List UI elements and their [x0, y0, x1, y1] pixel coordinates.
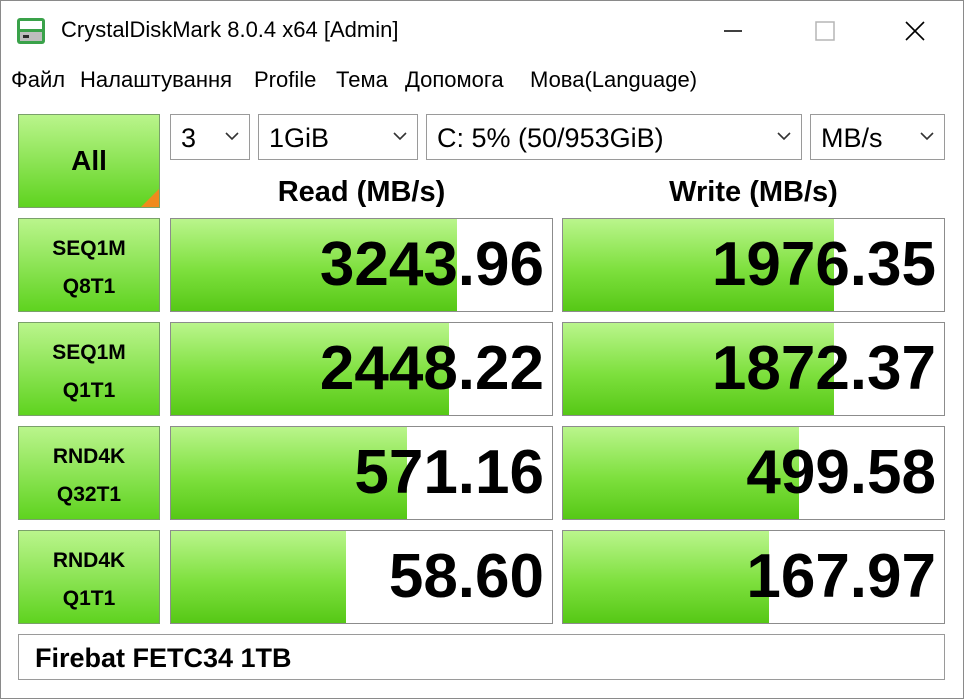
menu-settings[interactable]: Налаштування	[80, 67, 232, 93]
write-result-cell: 1872.37	[562, 322, 945, 416]
corner-marker	[141, 189, 159, 207]
read-result-value: 2448.22	[319, 334, 544, 403]
menu-bar: Файл Налаштування Profile Тема Допомога …	[1, 63, 963, 97]
read-result-value: 58.60	[388, 542, 544, 611]
test-button-rnd4k-q32t1[interactable]: RND4K Q32T1	[18, 426, 160, 520]
test-button-seq1m-q1t1[interactable]: SEQ1M Q1T1	[18, 322, 160, 416]
test-name: RND4K	[52, 549, 126, 572]
drive-select[interactable]: C: 5% (50/953GiB)	[426, 114, 802, 160]
write-result-cell: 167.97	[562, 530, 945, 624]
read-result-cell: 3243.96	[170, 218, 553, 312]
read-result-cell: 571.16	[170, 426, 553, 520]
all-button[interactable]: All	[18, 114, 160, 208]
write-result-value: 499.58	[746, 438, 936, 507]
size-select-value: 1GiB	[269, 123, 330, 153]
chevron-down-icon	[393, 132, 407, 141]
drive-name-field[interactable]: Firebat FETC34 1TB	[18, 634, 945, 680]
test-name: SEQ1M	[52, 237, 126, 260]
write-result-value: 1872.37	[711, 334, 936, 403]
write-result-value: 167.97	[746, 542, 936, 611]
unit-select-value: MB/s	[821, 123, 883, 153]
menu-help[interactable]: Допомога	[405, 67, 504, 93]
write-column-header: Write (MB/s)	[669, 176, 838, 208]
test-params: Q1T1	[62, 587, 116, 610]
write-result-value: 1976.35	[711, 230, 936, 299]
count-select-value: 3	[181, 123, 197, 153]
write-result-cell: 1976.35	[562, 218, 945, 312]
read-column-header: Read (MB/s)	[277, 176, 446, 208]
maximize-button[interactable]	[779, 1, 871, 61]
menu-file[interactable]: Файл	[11, 67, 65, 93]
maximize-icon	[815, 21, 835, 41]
drive-name-text: Firebat FETC34 1TB	[35, 643, 292, 673]
app-icon	[17, 18, 45, 44]
menu-profile[interactable]: Profile	[254, 67, 316, 93]
test-name: SEQ1M	[52, 341, 126, 364]
minimize-button[interactable]	[687, 1, 779, 61]
minimize-icon	[724, 30, 742, 32]
test-button-seq1m-q8t1[interactable]: SEQ1M Q8T1	[18, 218, 160, 312]
write-result-cell: 499.58	[562, 426, 945, 520]
window-title: CrystalDiskMark 8.0.4 x64 [Admin]	[61, 17, 399, 42]
test-button-rnd4k-q1t1[interactable]: RND4K Q1T1	[18, 530, 160, 624]
unit-select[interactable]: MB/s	[810, 114, 945, 160]
close-icon	[905, 21, 925, 41]
chevron-down-icon	[777, 132, 791, 141]
title-bar[interactable]: CrystalDiskMark 8.0.4 x64 [Admin]	[1, 1, 963, 61]
read-result-cell: 58.60	[170, 530, 553, 624]
test-name: RND4K	[52, 445, 126, 468]
read-result-cell: 2448.22	[170, 322, 553, 416]
read-result-value: 571.16	[354, 438, 544, 507]
menu-theme[interactable]: Тема	[336, 67, 388, 93]
drive-select-value: C: 5% (50/953GiB)	[437, 123, 664, 153]
write-result-bar	[563, 531, 769, 623]
count-select[interactable]: 3	[170, 114, 250, 160]
test-params: Q1T1	[62, 379, 116, 402]
menu-language[interactable]: Мова(Language)	[530, 67, 697, 93]
test-params: Q8T1	[62, 275, 116, 298]
test-params: Q32T1	[56, 483, 122, 506]
chevron-down-icon	[920, 132, 934, 141]
read-result-value: 3243.96	[319, 230, 544, 299]
read-result-bar	[171, 531, 347, 623]
size-select[interactable]: 1GiB	[258, 114, 418, 160]
chevron-down-icon	[225, 132, 239, 141]
all-button-label: All	[71, 145, 107, 176]
close-button[interactable]	[869, 1, 961, 61]
